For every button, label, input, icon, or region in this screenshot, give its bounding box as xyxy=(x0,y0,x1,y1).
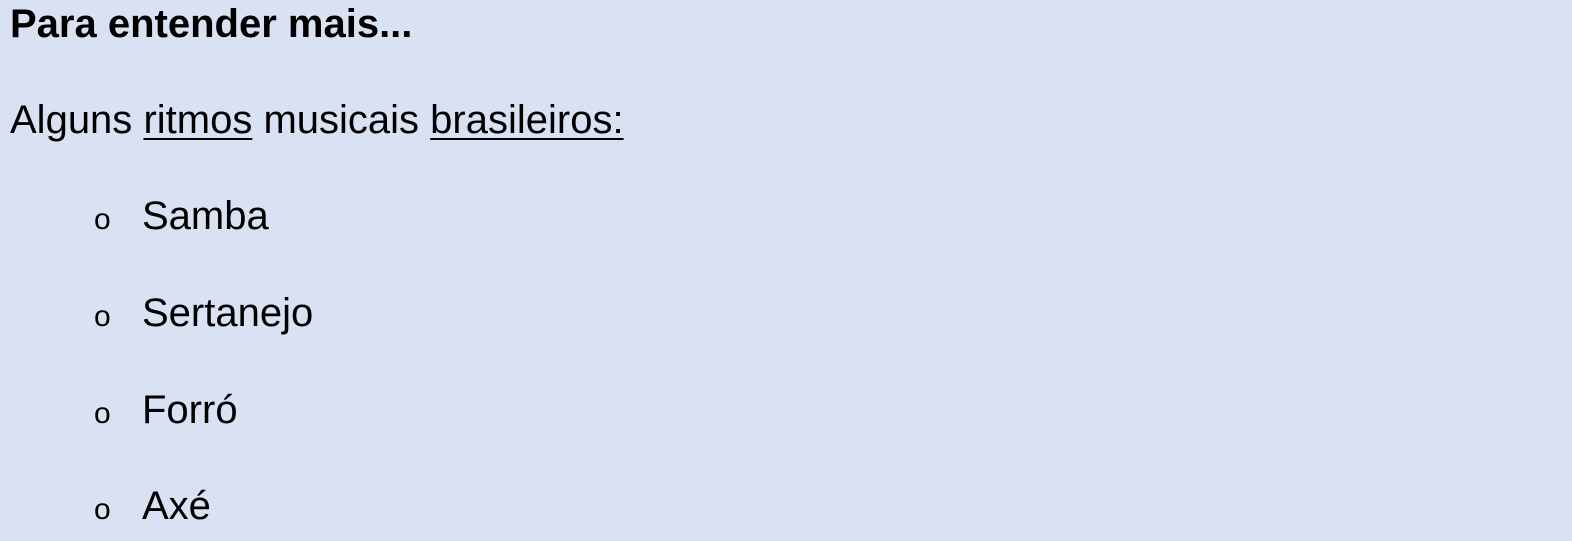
list-item-label: Forró xyxy=(142,388,238,432)
list-item: o Axé xyxy=(94,486,211,526)
bullet-icon: o xyxy=(94,203,111,236)
list-item-label: Sertanejo xyxy=(142,291,314,335)
bullet-icon: o xyxy=(94,397,111,430)
intro-text: Alguns ritmos musicais brasileiros: xyxy=(10,100,624,140)
intro-word-underlined: brasileiros: xyxy=(430,98,624,142)
list-item-label: Axé xyxy=(142,484,211,528)
list-item: o Sertanejo xyxy=(94,293,313,333)
list-item: o Forró xyxy=(94,390,238,430)
list-item-label: Samba xyxy=(142,194,269,238)
heading: Para entender mais... xyxy=(10,2,413,46)
bullet-icon: o xyxy=(94,493,111,526)
bullet-icon: o xyxy=(94,300,111,333)
list-item: o Samba xyxy=(94,196,269,236)
intro-word-underlined: ritmos xyxy=(143,98,253,142)
intro-word: Alguns xyxy=(10,98,133,142)
intro-word: musicais xyxy=(263,98,420,142)
